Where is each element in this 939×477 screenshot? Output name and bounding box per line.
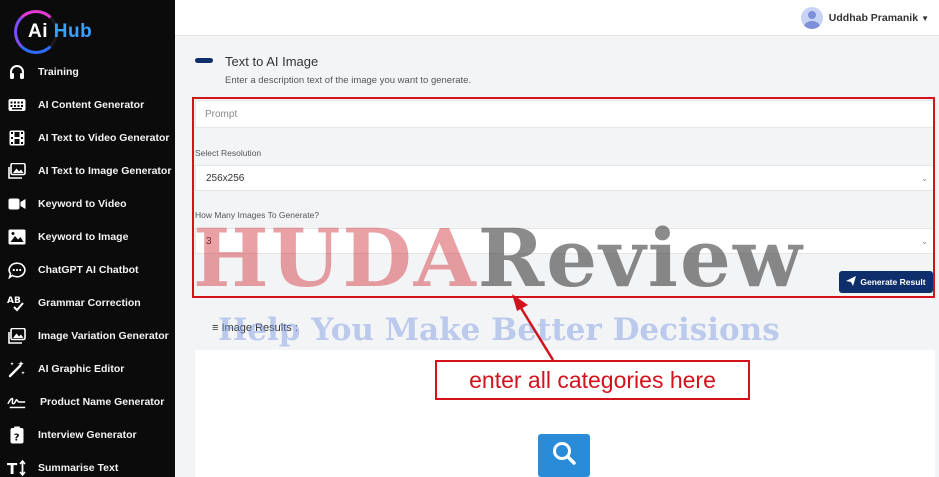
image-count-label: How Many Images To Generate? (195, 210, 320, 220)
resolution-label: Select Resolution (195, 148, 262, 158)
paper-plane-icon (846, 275, 857, 289)
sidebar-item-label: Grammar Correction (38, 297, 141, 309)
sidebar-item-label: Keyword to Image (38, 231, 129, 243)
magic-wand-icon (7, 359, 27, 379)
sidebar-item-label: Keyword to Video (38, 198, 127, 210)
spellcheck-icon: AB (7, 293, 27, 313)
page-title: Text to AI Image (225, 54, 319, 69)
page-subtitle: Enter a description text of the image yo… (225, 75, 472, 86)
image-gallery-icon (7, 326, 27, 346)
image-icon (7, 227, 27, 247)
keyboard-icon (7, 95, 27, 115)
sidebar-item-keyword-to-video[interactable]: Keyword to Video (0, 190, 175, 218)
headset-icon (7, 62, 27, 82)
sidebar-item-ai-content-generator[interactable]: AI Content Generator (0, 91, 175, 119)
search-button[interactable] (538, 434, 590, 477)
sidebar-item-interview-generator[interactable]: ? Interview Generator (0, 421, 175, 449)
sidebar-item-product-name-generator[interactable]: Product Name Generator (0, 388, 175, 416)
sidebar: Ai Hub Training AI Content Generator AI … (0, 0, 175, 477)
svg-text:AB: AB (7, 296, 21, 306)
sidebar-item-ai-text-to-video-generator[interactable]: AI Text to Video Generator (0, 124, 175, 152)
sidebar-item-training[interactable]: Training (0, 58, 175, 86)
sidebar-item-label: AI Content Generator (38, 99, 145, 111)
logo-text: Ai Hub (28, 21, 93, 42)
chat-bubble-icon (7, 260, 27, 280)
chevron-down-icon: ⌄ (921, 174, 928, 183)
chevron-down-icon: ⌄ (921, 237, 928, 246)
image-count-value: 3 (206, 235, 212, 247)
resolution-value: 256x256 (206, 172, 245, 184)
search-icon (551, 440, 577, 471)
caret-down-icon: ▼ (921, 13, 929, 23)
top-bar: Uddhab Pramanik ▼ (175, 0, 939, 36)
sidebar-item-label: AI Graphic Editor (38, 363, 125, 375)
generate-result-label: Generate Result (860, 277, 926, 287)
sidebar-item-ai-text-to-image-generator[interactable]: AI Text to Image Generator (0, 157, 175, 185)
sidebar-item-label: Interview Generator (38, 429, 137, 441)
image-results-heading: ≡ Image Results : (212, 322, 298, 334)
ai-hub-logo[interactable]: Ai Hub (14, 10, 94, 54)
svg-text:T: T (7, 460, 18, 476)
sidebar-item-label: ChatGPT AI Chatbot (38, 264, 139, 276)
sidebar-item-label: Image Variation Generator (38, 330, 169, 342)
film-icon (7, 128, 27, 148)
annotation-callout: enter all categories here (435, 360, 750, 400)
signature-icon (7, 392, 27, 412)
sidebar-item-grammar-correction[interactable]: AB Grammar Correction (0, 289, 175, 317)
clipboard-question-icon: ? (7, 425, 27, 445)
sidebar-item-ai-graphic-editor[interactable]: AI Graphic Editor (0, 355, 175, 383)
resolution-select[interactable]: 256x256 ⌄ (195, 165, 935, 191)
video-camera-icon (7, 194, 27, 214)
image-gallery-icon (7, 161, 27, 181)
sidebar-item-keyword-to-image[interactable]: Keyword to Image (0, 223, 175, 251)
user-menu[interactable]: Uddhab Pramanik ▼ (800, 7, 929, 29)
sidebar-item-label: Product Name Generator (40, 396, 165, 408)
sidebar-item-label: AI Text to Image Generator (38, 165, 172, 177)
user-name: Uddhab Pramanik (828, 12, 919, 24)
sidebar-item-label: Training (38, 66, 79, 78)
heading-accent-bar (195, 58, 213, 63)
sidebar-item-label: AI Text to Video Generator (38, 132, 170, 144)
watermark-tagline: Help You Make Better Decisions (218, 312, 780, 348)
image-count-select[interactable]: 3 ⌄ (195, 228, 935, 254)
sidebar-item-summarise-text[interactable]: T Summarise Text (0, 454, 175, 477)
sidebar-item-chatgpt-ai-chatbot[interactable]: ChatGPT AI Chatbot (0, 256, 175, 284)
svg-text:?: ? (14, 433, 20, 444)
text-height-icon: T (7, 458, 27, 477)
sidebar-item-image-variation-generator[interactable]: Image Variation Generator (0, 322, 175, 350)
avatar (800, 7, 823, 29)
sidebar-item-label: Summarise Text (38, 462, 119, 474)
generate-result-button[interactable]: Generate Result (839, 271, 933, 293)
prompt-input[interactable]: Prompt (195, 100, 935, 128)
prompt-placeholder: Prompt (205, 108, 238, 120)
